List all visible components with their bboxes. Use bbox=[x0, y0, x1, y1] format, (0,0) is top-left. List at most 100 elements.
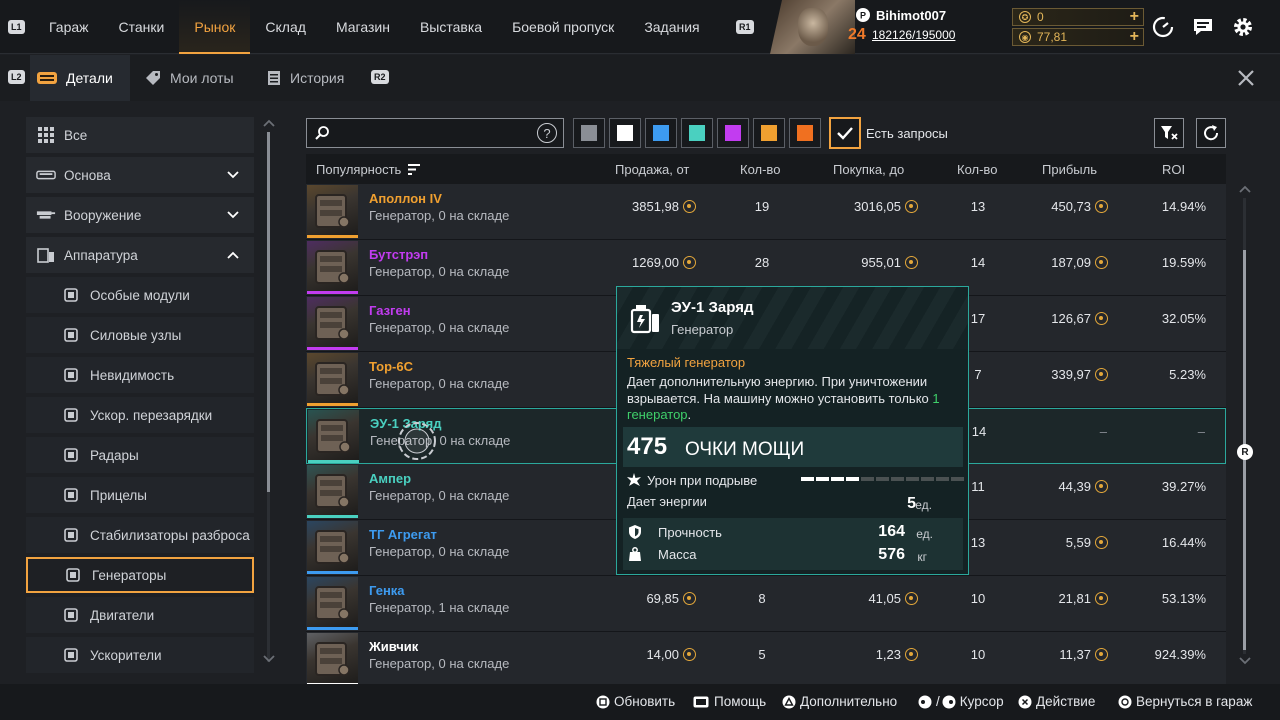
subtab-my-lots[interactable]: Мои лоты bbox=[144, 55, 234, 101]
table-header: Популярность Продажа, от Кол-во Покупка,… bbox=[306, 154, 1226, 184]
square-button-icon bbox=[596, 695, 610, 709]
category-sidebar: Все Основа Вооружение Аппаратура Особые моду… bbox=[26, 117, 254, 677]
sidebar-item-grid[interactable]: Все bbox=[26, 117, 254, 153]
energy-unit: ед. bbox=[915, 498, 932, 512]
sidebar-item-reload[interactable]: Ускор. перезарядки bbox=[26, 397, 254, 433]
scope-icon bbox=[62, 487, 82, 503]
chevron-down-icon[interactable] bbox=[226, 208, 240, 223]
tab-battle-pass[interactable]: Боевой пропуск bbox=[497, 0, 629, 54]
sidebar-item-engine[interactable]: Двигатели bbox=[26, 597, 254, 633]
sidebar-item-cabin[interactable]: Основа bbox=[26, 157, 254, 193]
refresh-button[interactable] bbox=[1196, 118, 1226, 148]
item-tooltip: ЭУ-1 Заряд Генератор Тяжелый генератор Д… bbox=[616, 286, 969, 575]
tab-workbenches[interactable]: Станки bbox=[104, 0, 180, 54]
more-hint[interactable]: Дополнительно bbox=[782, 694, 897, 709]
col-profit[interactable]: Прибыль bbox=[1042, 162, 1097, 177]
refresh-hint[interactable]: Обновить bbox=[596, 694, 675, 709]
tab-shop[interactable]: Магазин bbox=[321, 0, 405, 54]
explosion-icon bbox=[627, 473, 641, 486]
speedometer-button[interactable] bbox=[1150, 14, 1176, 40]
item-subtitle: Генератор, 0 на складе bbox=[370, 433, 511, 448]
col-buy-to[interactable]: Покупка, до bbox=[833, 162, 904, 177]
sidebar-item-scope[interactable]: Прицелы bbox=[26, 477, 254, 513]
sidebar-item-label: Двигатели bbox=[90, 607, 155, 623]
sidebar-scroll-thumb[interactable] bbox=[267, 132, 270, 492]
subtab-history[interactable]: История bbox=[266, 55, 344, 101]
help-icon[interactable]: ? bbox=[537, 123, 557, 143]
coin-icon bbox=[1095, 200, 1108, 213]
sidebar-item-weapon[interactable]: Вооружение bbox=[26, 197, 254, 233]
col-buy-qty[interactable]: Кол-во bbox=[957, 162, 997, 177]
sidebar-item-hardware[interactable]: Аппаратура bbox=[26, 237, 254, 273]
sidebar-item-module[interactable]: Особые модули bbox=[26, 277, 254, 313]
rarity-swatch[interactable] bbox=[789, 118, 821, 148]
subtab-parts[interactable]: Детали bbox=[30, 55, 130, 101]
playstation-icon: P bbox=[856, 8, 870, 22]
sidebar-item-radar[interactable]: Радары bbox=[26, 437, 254, 473]
sidebar-item-label: Невидимость bbox=[90, 367, 175, 383]
chevron-up-icon[interactable] bbox=[226, 248, 240, 263]
cell-buy-qty: 14 bbox=[970, 255, 986, 270]
sidebar-item-stabilizer[interactable]: Стабилизаторы разброса bbox=[26, 517, 254, 553]
cross-button-icon bbox=[1018, 695, 1032, 709]
add-coins-button[interactable]: + bbox=[1130, 29, 1139, 45]
rarity-swatch[interactable] bbox=[573, 118, 605, 148]
reset-filter-button[interactable] bbox=[1154, 118, 1184, 148]
filter-reset-icon bbox=[1161, 126, 1178, 140]
rarity-swatch[interactable] bbox=[645, 118, 677, 148]
action-hint[interactable]: Действие bbox=[1018, 694, 1095, 709]
player-panel[interactable]: P Bihimot007 24 182126/195000 bbox=[770, 0, 1010, 54]
durability-label: Прочность bbox=[658, 525, 722, 540]
tab-storage[interactable]: Склад bbox=[250, 0, 321, 54]
back-to-garage-hint[interactable]: Вернуться в гараж bbox=[1118, 694, 1252, 709]
rarity-swatch[interactable] bbox=[609, 118, 641, 148]
col-sell-from[interactable]: Продажа, от bbox=[615, 162, 689, 177]
sidebar-item-generator[interactable]: Генераторы bbox=[26, 557, 254, 593]
cursor-hint[interactable]: / Курсор bbox=[918, 694, 1004, 709]
rarity-swatch[interactable] bbox=[717, 118, 749, 148]
touchpad-icon bbox=[692, 695, 710, 709]
cell-buy-qty: 17 bbox=[970, 311, 986, 326]
requests-checkbox[interactable] bbox=[829, 117, 861, 149]
cell-sell: 1269,00 bbox=[632, 255, 696, 270]
table-scrollbar[interactable] bbox=[1239, 184, 1251, 668]
table-row[interactable]: Аполлон IV Генератор, 0 на складе 3851,98 1… bbox=[306, 184, 1226, 240]
messages-button[interactable] bbox=[1190, 14, 1216, 40]
col-sell-qty[interactable]: Кол-во bbox=[740, 162, 780, 177]
sidebar-scrollbar[interactable] bbox=[263, 118, 275, 676]
table-row[interactable]: Генка Генератор, 1 на складе 69,85 8 41,05 10… bbox=[306, 576, 1226, 632]
tab-exhibition[interactable]: Выставка bbox=[405, 0, 497, 54]
sidebar-item-power-node[interactable]: Силовые узлы bbox=[26, 317, 254, 353]
cell-buy-qty: 10 bbox=[970, 647, 986, 662]
close-button[interactable] bbox=[1236, 68, 1256, 88]
tab-garage[interactable]: Гараж bbox=[34, 0, 104, 54]
coin-icon bbox=[905, 592, 918, 605]
cell-sell: 69,85 bbox=[646, 591, 696, 606]
sidebar-item-booster[interactable]: Ускорители bbox=[26, 637, 254, 673]
help-hint[interactable]: Помощь bbox=[692, 694, 766, 709]
search-input[interactable] bbox=[335, 123, 535, 143]
module-icon bbox=[62, 287, 82, 303]
circle-button-icon bbox=[1118, 695, 1132, 709]
table-row[interactable]: Живчик Генератор, 0 на складе 14,00 5 1,23 10… bbox=[306, 632, 1226, 688]
sidebar-item-label: Ускорители bbox=[90, 647, 162, 663]
col-popularity[interactable]: Популярность bbox=[316, 162, 420, 177]
rarity-swatch[interactable] bbox=[753, 118, 785, 148]
sidebar-item-stealth[interactable]: Невидимость bbox=[26, 357, 254, 393]
tab-market[interactable]: Рынок bbox=[179, 0, 251, 54]
tab-tasks[interactable]: Задания bbox=[629, 0, 714, 54]
add-coupons-button[interactable]: + bbox=[1130, 9, 1139, 25]
rarity-swatch[interactable] bbox=[681, 118, 713, 148]
item-name: Бутстрэп bbox=[369, 247, 429, 262]
coin-icon bbox=[905, 256, 918, 269]
coin-icon bbox=[683, 648, 696, 661]
settings-button[interactable] bbox=[1230, 14, 1256, 40]
chevron-down-icon[interactable] bbox=[226, 168, 240, 183]
coupon-value: 0 bbox=[1037, 10, 1044, 24]
player-name: Bihimot007 bbox=[876, 8, 947, 23]
col-roi[interactable]: ROI bbox=[1162, 162, 1185, 177]
item-name: Живчик bbox=[369, 639, 419, 654]
cell-buy-qty: 11 bbox=[971, 479, 985, 494]
cell-profit: 126,67 bbox=[1051, 311, 1108, 326]
top-navigation-bar: L1 Гараж Станки Рынок Склад Магазин Выст… bbox=[0, 0, 1280, 54]
